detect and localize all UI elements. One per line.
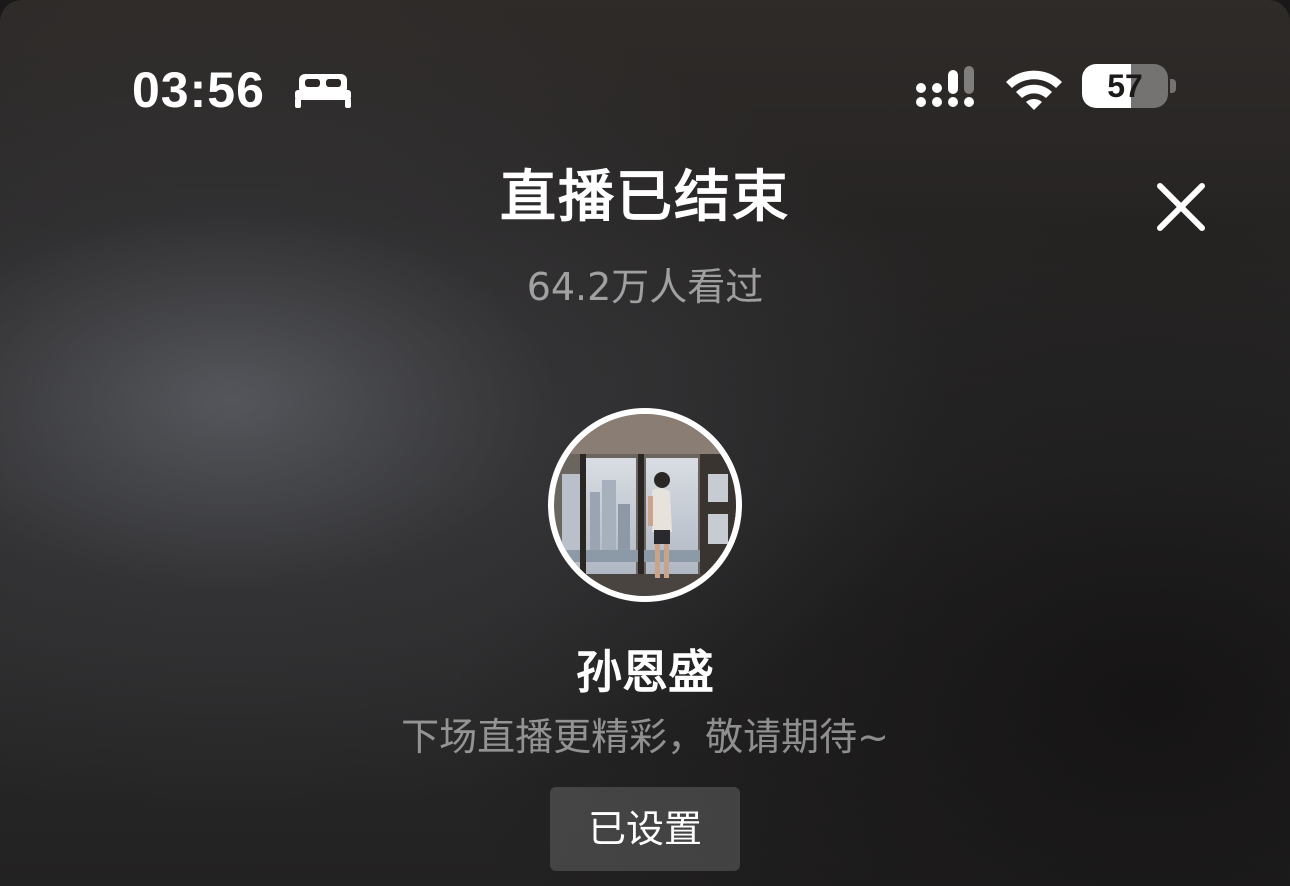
- status-bar: 03:56 57: [0, 0, 1290, 150]
- close-icon[interactable]: [1150, 176, 1212, 238]
- live-ended-screen: 03:56 57 直播已结束 64.2万人看过 孙恩盛 下场直播更精彩，敬请期待…: [0, 0, 1290, 886]
- viewer-count: 64.2万人看过: [526, 265, 764, 309]
- bed-icon: [295, 74, 351, 108]
- streamer-name: 孙恩盛: [576, 645, 714, 699]
- avatar-image: [554, 414, 736, 596]
- streamer-avatar[interactable]: [548, 408, 742, 602]
- battery-cap: [1170, 79, 1176, 93]
- battery-level: 57: [1107, 68, 1143, 104]
- reminder-set-button[interactable]: 已设置: [550, 787, 740, 871]
- status-time: 03:56: [132, 62, 265, 118]
- next-live-message: 下场直播更精彩，敬请期待~: [401, 715, 889, 759]
- battery-indicator: 57: [1082, 64, 1168, 108]
- wifi-icon: [1006, 70, 1062, 110]
- cellular-signal-icon: [916, 66, 974, 107]
- page-title: 直播已结束: [500, 165, 790, 230]
